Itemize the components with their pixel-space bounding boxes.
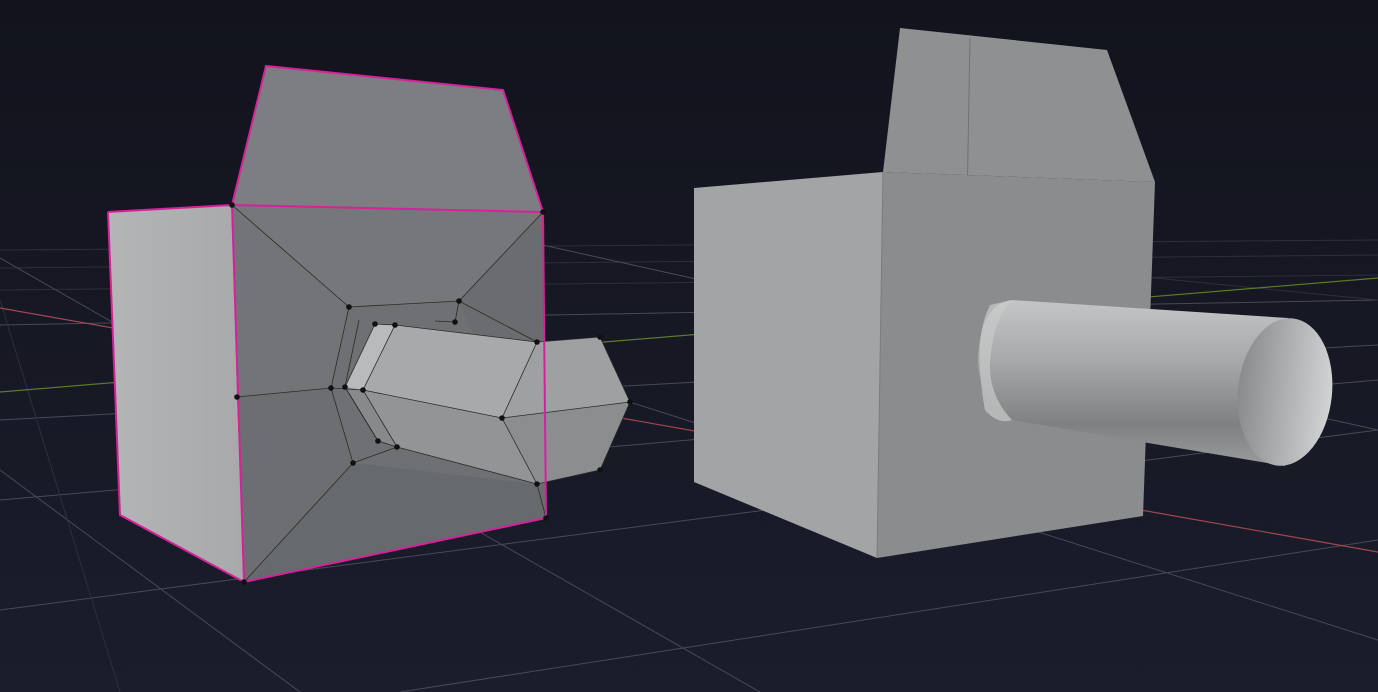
viewport-canvas[interactable] (0, 0, 1378, 692)
3d-viewport[interactable] (0, 0, 1378, 692)
